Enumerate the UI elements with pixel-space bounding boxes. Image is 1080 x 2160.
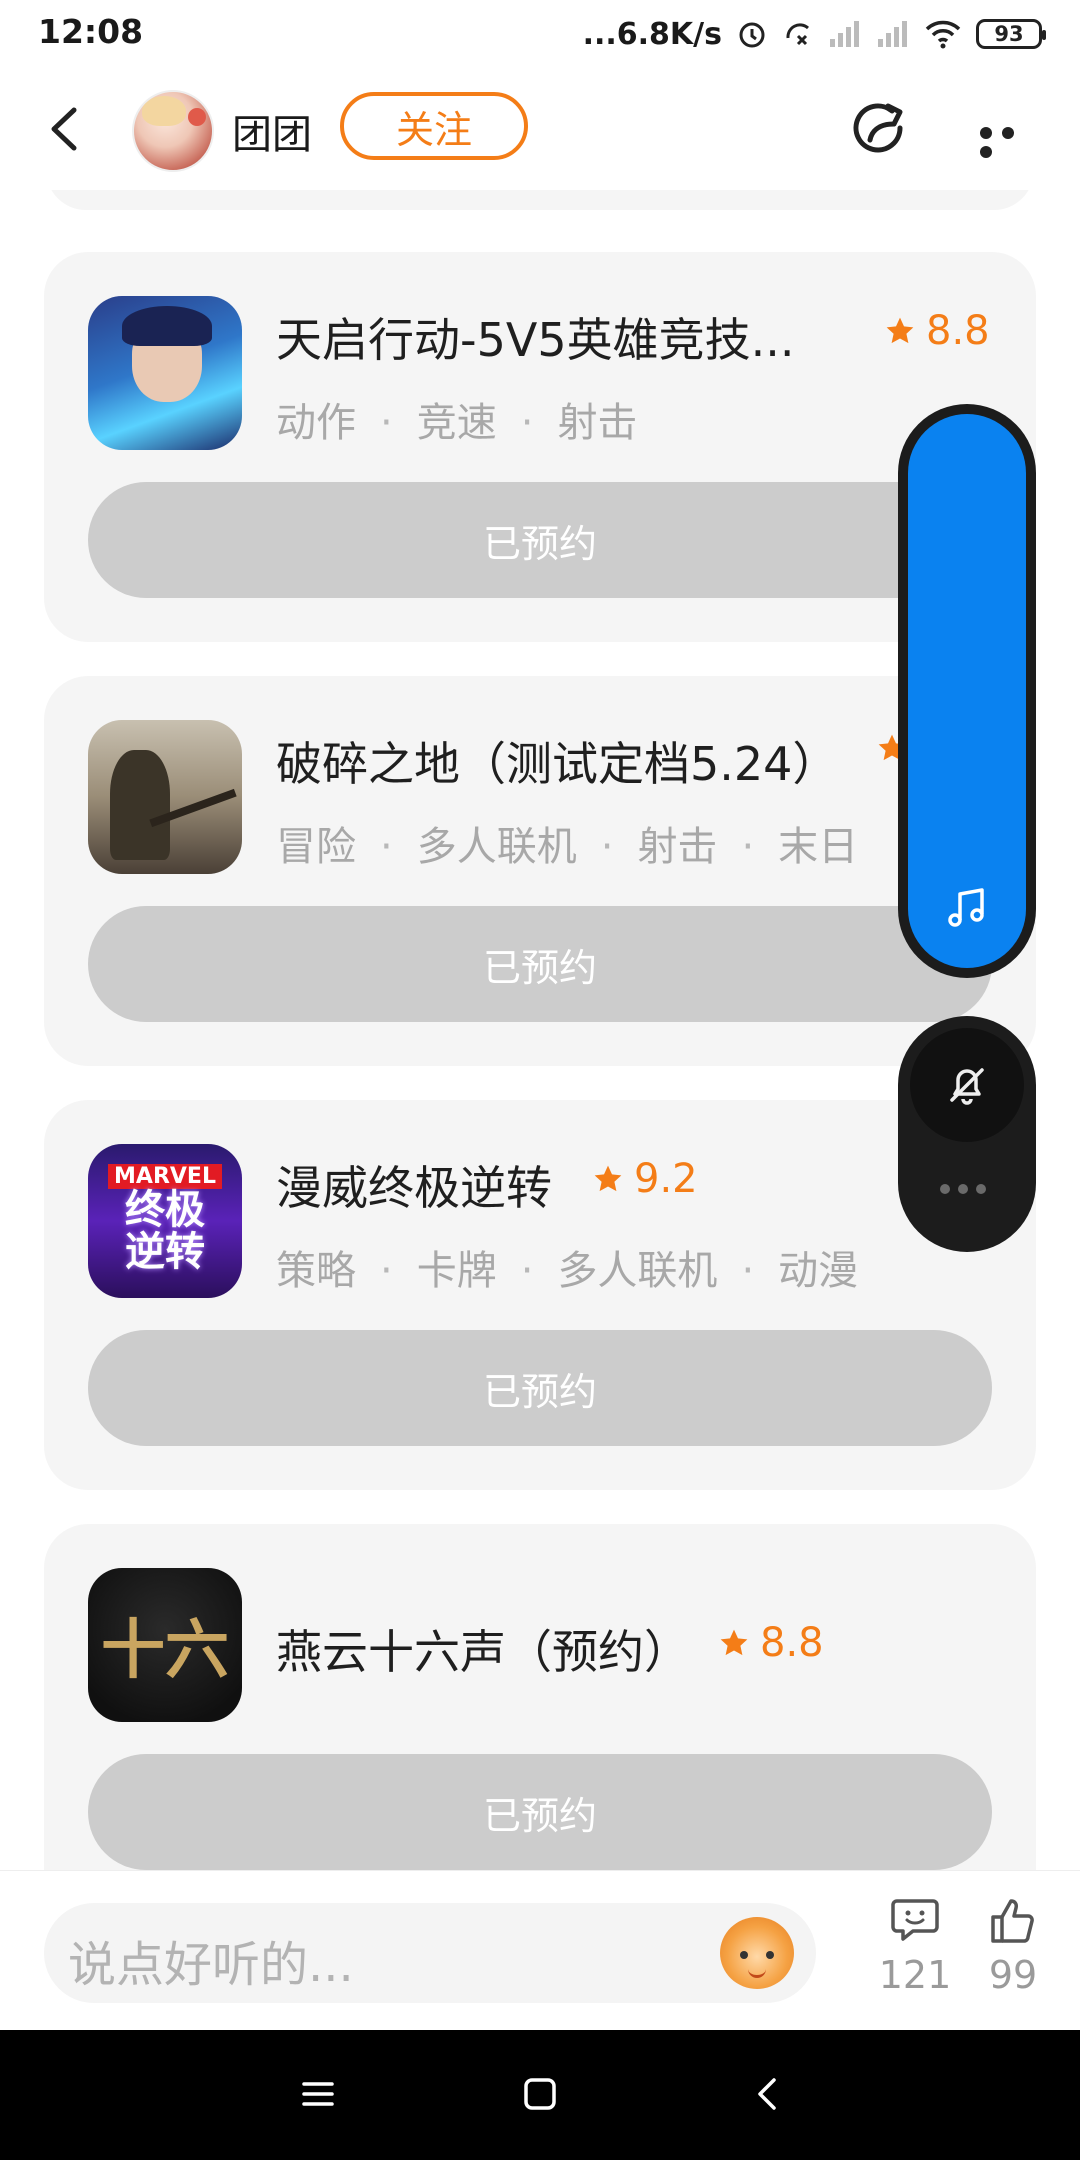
comment-count: 121 bbox=[878, 1953, 952, 1997]
icon-logo-text: MARVEL bbox=[108, 1163, 222, 1189]
reserved-button[interactable]: 已预约 bbox=[88, 1330, 992, 1446]
like-count: 99 bbox=[988, 1953, 1038, 1997]
game-tags: 动作 · 竞速 · 射击 bbox=[276, 400, 638, 446]
game-list: 天启行动-5V5英雄竞技... 8.8 动作 · 竞速 · 射击 已预约 破碎之地（测试… bbox=[0, 190, 1080, 1870]
tag: 射击 bbox=[557, 400, 638, 446]
no-data-icon bbox=[786, 23, 810, 46]
star-icon bbox=[594, 1165, 622, 1192]
network-speed: ...6.8K/s bbox=[582, 16, 722, 52]
status-bar: 12:08 ...6.8K/s 93 bbox=[0, 0, 1080, 70]
star-icon bbox=[720, 1629, 748, 1656]
floating-music-panel[interactable] bbox=[898, 404, 1036, 978]
follow-button[interactable]: 关注 bbox=[340, 92, 528, 160]
comment-placeholder: 说点好听的... bbox=[68, 1937, 354, 1993]
game-icon[interactable] bbox=[88, 720, 242, 874]
username[interactable]: 团团 bbox=[232, 102, 312, 160]
floating-control-panel[interactable] bbox=[898, 1016, 1036, 1252]
bell-off-icon bbox=[950, 1068, 984, 1105]
rating-value: 9.2 bbox=[634, 1156, 698, 1202]
game-rating: 8.8 bbox=[718, 1620, 824, 1666]
wifi-icon bbox=[925, 20, 961, 49]
tag: 冒险 bbox=[276, 824, 356, 870]
more-dots-icon[interactable] bbox=[940, 1184, 986, 1194]
comment-icon bbox=[891, 1899, 939, 1941]
game-title[interactable]: 漫威终极逆转 bbox=[276, 1152, 552, 1218]
rating-value: 8.8 bbox=[760, 1620, 824, 1666]
tag: 动作 bbox=[276, 400, 356, 446]
game-card[interactable]: 破碎之地（测试定档5.24） 冒险 · 多人联机 · 射击 · 末日 已预约 bbox=[44, 676, 1036, 1066]
battery-icon: 93 bbox=[976, 19, 1046, 49]
comment-input[interactable]: 说点好听的... bbox=[44, 1903, 816, 2003]
icon-title-text: 十六 bbox=[101, 1613, 229, 1688]
floating-music-bar[interactable] bbox=[908, 414, 1026, 968]
game-tags: 冒险 · 多人联机 · 射击 · 末日 bbox=[276, 824, 859, 870]
avatar[interactable] bbox=[132, 90, 214, 172]
like-button[interactable]: 99 bbox=[968, 1895, 1058, 1997]
alarm-icon bbox=[739, 22, 765, 48]
thumbs-up-icon bbox=[991, 1899, 1034, 1943]
game-icon[interactable] bbox=[88, 296, 242, 450]
status-icons: ...6.8K/s 93 bbox=[582, 12, 1046, 56]
game-rating: 9.2 bbox=[592, 1156, 698, 1202]
comment-bar: 说点好听的... 121 99 bbox=[0, 1870, 1080, 2031]
game-rating: 8.8 bbox=[884, 308, 990, 354]
game-icon[interactable]: 十六 bbox=[88, 1568, 242, 1722]
star-icon bbox=[886, 317, 914, 344]
music-note-icon[interactable] bbox=[944, 884, 990, 930]
game-title[interactable]: 天启行动-5V5英雄竞技... bbox=[276, 304, 794, 370]
comment-count-button[interactable]: 121 bbox=[870, 1895, 960, 1997]
tag: 策略 bbox=[276, 1248, 356, 1294]
status-time: 12:08 bbox=[38, 12, 144, 51]
game-title[interactable]: 破碎之地（测试定档5.24） bbox=[276, 728, 838, 794]
game-tags: 策略 · 卡牌 · 多人联机 · 动漫 bbox=[276, 1248, 859, 1294]
tag: 多人联机 bbox=[416, 824, 577, 870]
rating-value: 8.8 bbox=[926, 308, 990, 354]
reserved-button[interactable]: 已预约 bbox=[88, 1754, 992, 1870]
tag: 竞速 bbox=[416, 400, 497, 446]
signal-icon bbox=[830, 21, 859, 47]
tag: 末日 bbox=[778, 824, 859, 870]
mascot-emoji-icon[interactable] bbox=[720, 1917, 794, 1989]
reserved-button[interactable]: 已预约 bbox=[88, 482, 992, 598]
share-icon[interactable] bbox=[848, 98, 914, 164]
post-header: 团团 关注 bbox=[0, 70, 1080, 190]
tag: 射击 bbox=[637, 824, 718, 870]
back-icon[interactable] bbox=[748, 2074, 788, 2114]
back-arrow-icon[interactable] bbox=[40, 104, 90, 154]
system-nav-bar bbox=[0, 2030, 1080, 2160]
reserved-button[interactable]: 已预约 bbox=[88, 906, 992, 1022]
signal-icon bbox=[878, 21, 907, 47]
more-icon[interactable] bbox=[980, 124, 1040, 158]
game-title[interactable]: 燕云十六声（预约） bbox=[276, 1616, 690, 1682]
menu-icon[interactable] bbox=[298, 2074, 338, 2114]
mute-button[interactable] bbox=[910, 1028, 1024, 1142]
game-card[interactable]: 十六 燕云十六声（预约） 8.8 已预约 bbox=[44, 1524, 1036, 1870]
home-icon[interactable] bbox=[520, 2074, 560, 2114]
game-card[interactable]: MARVEL 终极逆转 漫威终极逆转 9.2 策略 · 卡牌 · 多人联机 · 动漫 已预约 bbox=[44, 1100, 1036, 1490]
tag: 动漫 bbox=[778, 1248, 859, 1294]
tag: 卡牌 bbox=[416, 1248, 497, 1294]
icon-title-text: 终极逆转 bbox=[125, 1186, 205, 1275]
previous-card-edge bbox=[46, 190, 1034, 210]
game-icon[interactable]: MARVEL 终极逆转 bbox=[88, 1144, 242, 1298]
tag: 多人联机 bbox=[557, 1248, 718, 1294]
game-card[interactable]: 天启行动-5V5英雄竞技... 8.8 动作 · 竞速 · 射击 已预约 bbox=[44, 252, 1036, 642]
